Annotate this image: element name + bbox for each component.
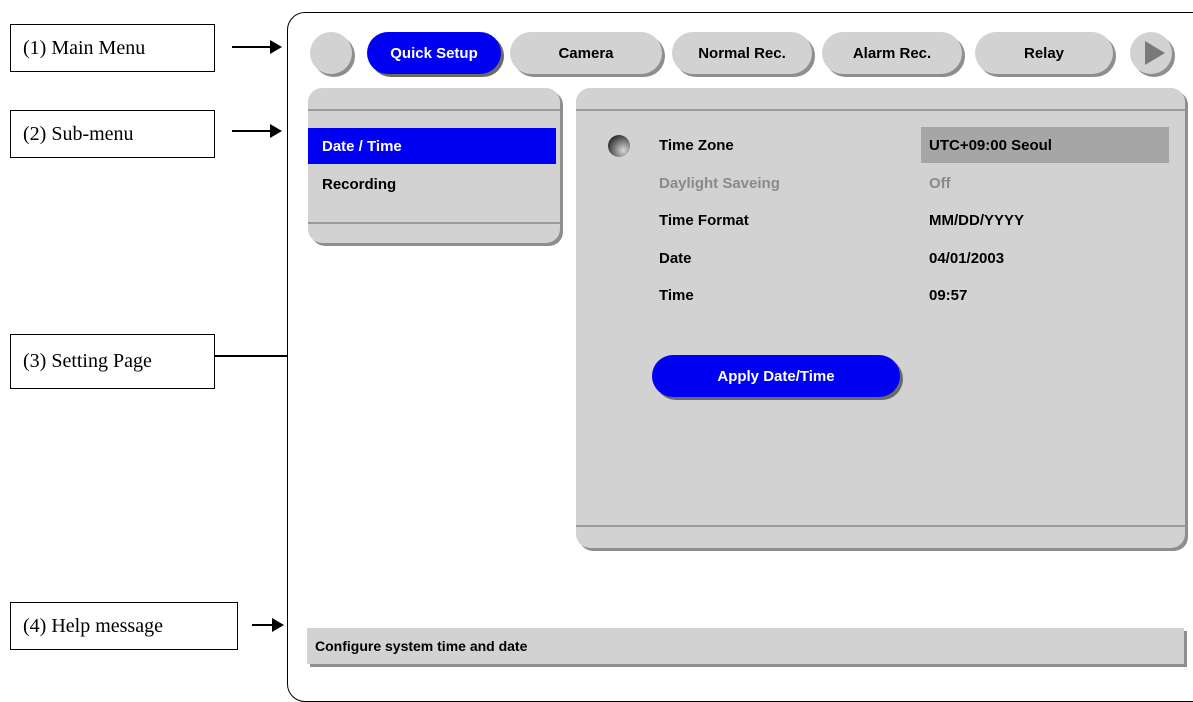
tab-camera[interactable]: Camera [510,32,662,74]
radio-indicator-icon [608,135,630,157]
menu-next-button[interactable] [1130,32,1172,74]
arrow-sub-menu [232,124,282,138]
date-label: Date [659,250,692,267]
arrow-main-menu [232,40,282,54]
arrow-help-message [252,618,284,632]
date-value[interactable]: 04/01/2003 [929,250,1004,267]
time-label: Time [659,287,694,304]
play-right-icon [1145,41,1165,65]
time-format-value[interactable]: MM/DD/YYYY [929,212,1024,229]
submenu-item-recording[interactable]: Recording [308,166,556,202]
help-message-bar: Configure system time and date [307,628,1184,664]
submenu-item-date-time[interactable]: Date / Time [308,128,556,164]
settings-bottom-divider [576,525,1185,527]
tab-normal-rec[interactable]: Normal Rec. [672,32,812,74]
time-zone-value[interactable]: UTC+09:00 Seoul [929,137,1052,154]
daylight-saving-value: Off [929,175,951,192]
time-format-label: Time Format [659,212,749,229]
submenu-bottom-divider [308,222,560,224]
callout-setting-page: (3) Setting Page [10,334,215,389]
apply-date-time-button[interactable]: Apply Date/Time [652,355,900,397]
tab-quick-setup[interactable]: Quick Setup [367,32,501,74]
callout-sub-menu: (2) Sub-menu [10,110,215,158]
settings-top-divider [576,109,1185,111]
submenu-panel: Date / Time Recording [308,88,560,243]
daylight-saving-label: Daylight Saveing [659,175,780,192]
time-value[interactable]: 09:57 [929,287,967,304]
tab-alarm-rec[interactable]: Alarm Rec. [822,32,962,74]
callout-help-message: (4) Help message [10,602,238,650]
submenu-top-divider [308,109,560,111]
tab-relay[interactable]: Relay [975,32,1113,74]
callout-main-menu: (1) Main Menu [10,24,215,72]
settings-panel: Time Zone UTC+09:00 Seoul Daylight Savei… [576,88,1185,548]
help-message-text: Configure system time and date [315,638,528,654]
time-zone-label: Time Zone [659,137,734,154]
menu-prev-button[interactable] [310,32,352,74]
